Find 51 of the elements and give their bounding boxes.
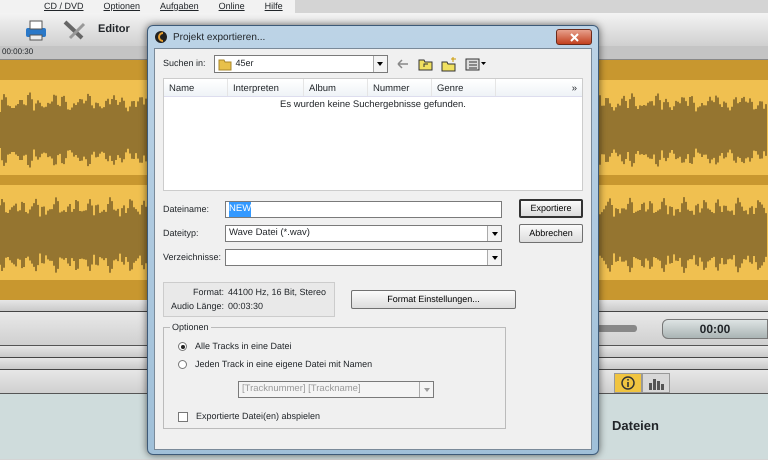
toolbar-label[interactable]: Editor: [98, 21, 130, 38]
window-title: Projekt exportieren...: [173, 30, 266, 44]
look-in-dropdown[interactable]: 45er: [214, 55, 388, 73]
checkbox-label[interactable]: Exportierte Datei(en) abspielen: [196, 410, 320, 424]
radio-button[interactable]: [178, 342, 187, 352]
info-label: Audio Länge:: [170, 300, 224, 313]
radio-button[interactable]: [178, 360, 187, 369]
column-header[interactable]: Name: [164, 79, 228, 96]
look-in-label: Suchen in:: [163, 57, 206, 70]
caret-icon: [490, 254, 498, 260]
info-value: 00:03:30: [228, 300, 264, 312]
menu-item[interactable]: CD / DVD: [44, 0, 84, 13]
tools-icon[interactable]: [62, 18, 86, 42]
info-value: 44100 Hz, 16 Bit, Stereo: [228, 286, 326, 299]
menu-item[interactable]: Online: [218, 0, 245, 13]
dropdown-field[interactable]: Wave Datei (*.wav): [225, 225, 502, 242]
close-icon: [570, 32, 578, 42]
export-button[interactable]: Exportiere: [519, 199, 583, 218]
checkbox[interactable]: [178, 412, 188, 422]
radio-label[interactable]: Alle Tracks in eine Datei: [195, 340, 292, 354]
empty-message: Es wurden keine Suchergebnisse gefunden.: [280, 98, 466, 112]
column-header[interactable]: Genre: [432, 79, 496, 96]
cancel-button[interactable]: Abbrechen: [519, 224, 583, 243]
caret-icon: [490, 230, 498, 236]
new-folder-icon[interactable]: [440, 56, 457, 72]
folder-icon: [218, 57, 232, 71]
folder-up-icon[interactable]: [418, 57, 433, 71]
info-label: Format:: [192, 286, 224, 299]
bars-icon: [648, 376, 664, 390]
menu-item[interactable]: Hilfe: [264, 0, 283, 13]
back-arrow-icon[interactable]: [396, 58, 410, 70]
menu-item[interactable]: Optionen: [104, 0, 140, 13]
more-columns[interactable]: »: [566, 79, 582, 96]
dropdown-field[interactable]: [225, 249, 502, 266]
column-header[interactable]: Album: [304, 79, 368, 96]
radio-label[interactable]: Jeden Track in eine eigene Datei mit Namen: [195, 358, 372, 371]
column-header[interactable]: Nummer: [368, 79, 432, 96]
format-settings-button[interactable]: Format Einstellungen...: [351, 290, 516, 309]
app-icon: [154, 30, 168, 44]
levels-tab[interactable]: [642, 373, 670, 393]
info-icon: [621, 376, 635, 390]
field-label: Dateiname:: [163, 202, 210, 216]
time-display: 00:00: [662, 318, 768, 338]
field-label: Dateityp:: [163, 226, 200, 240]
menu-item[interactable]: Aufgaben: [160, 0, 199, 13]
group-title: Optionen: [170, 321, 211, 334]
column-header[interactable]: Interpreten: [228, 79, 304, 96]
field-label: Verzeichnisse:: [163, 250, 222, 264]
view-menu-icon[interactable]: [464, 56, 487, 72]
close-button[interactable]: [556, 29, 592, 45]
info-tab[interactable]: [614, 373, 642, 393]
